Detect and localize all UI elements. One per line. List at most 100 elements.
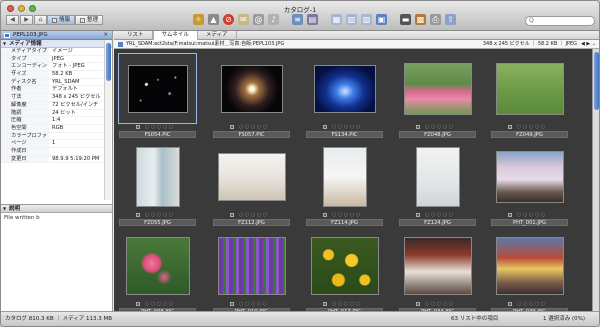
label-checkbox[interactable]: [323, 213, 327, 217]
thumbnail-image[interactable]: [415, 146, 460, 207]
label-checkbox[interactable]: [416, 302, 420, 306]
mail-icon[interactable]: ✉: [238, 14, 249, 25]
panel-file-header[interactable]: PEPL103.JPG ✕: [1, 31, 112, 40]
metadata-value[interactable]: デフォルト: [49, 86, 103, 93]
rating-icons[interactable]: ○ ○ ○ ○ ○: [517, 302, 545, 307]
rating-icons[interactable]: ○ ○ ○ ○ ○: [332, 302, 360, 307]
thumbnail-item[interactable]: ○ ○ ○ ○ ○PHT_034.JPG: [396, 228, 479, 311]
stop-icon[interactable]: ⊘: [223, 14, 234, 25]
rating-icons[interactable]: ○ ○ ○ ○ ○: [332, 125, 360, 130]
thumbnail-image[interactable]: [403, 62, 472, 115]
thumbnail-item[interactable]: ○ ○ ○ ○ ○ FZ114.JPG: [303, 139, 386, 227]
at-icon[interactable]: @: [253, 14, 264, 25]
label-checkbox[interactable]: [136, 213, 140, 217]
rating-icons[interactable]: ○ ○ ○ ○ ○: [239, 125, 267, 130]
label-checkbox[interactable]: [230, 213, 234, 217]
metadata-value[interactable]: イメージ: [49, 48, 103, 55]
thumbnail-item[interactable]: ○ ○ ○ ○ ○ FS134.PIC: [303, 51, 386, 139]
metadata-value[interactable]: 98.9.9 5:19:20 PM: [49, 156, 103, 163]
metadata-value[interactable]: 1: [49, 140, 103, 147]
label-checkbox[interactable]: [230, 125, 234, 129]
metadata-value[interactable]: 348 x 245 ピクセル: [49, 94, 103, 101]
thumbnail-image[interactable]: [135, 146, 180, 207]
thumbnail-image[interactable]: [220, 64, 283, 113]
rating-icons[interactable]: ○ ○ ○ ○ ○: [517, 125, 545, 130]
metadata-value[interactable]: JPEG: [49, 56, 103, 63]
panel-scrollbar[interactable]: [104, 40, 111, 200]
thumbnail-image[interactable]: [495, 150, 564, 203]
metadata-value[interactable]: [49, 148, 103, 155]
film-icon[interactable]: ▬: [400, 14, 411, 25]
label-checkbox[interactable]: [416, 125, 420, 129]
metadata-value[interactable]: 58.2 KB: [49, 71, 103, 78]
view-b-icon[interactable]: ▥: [346, 14, 357, 25]
notes-title[interactable]: 説明: [1, 205, 112, 213]
close-icon[interactable]: ✕: [103, 31, 108, 40]
path-controls[interactable]: ◀ ▶ ⌄: [581, 40, 596, 48]
stack-icon[interactable]: ▤: [307, 14, 318, 25]
thumbnail-item[interactable]: ○ ○ ○ ○ ○ FZ055.JPG: [116, 139, 199, 227]
thumbnail-item[interactable]: ○ ○ ○ ○ ○ FZ049.JPG: [488, 51, 571, 139]
thumbnail-item[interactable]: ○ ○ ○ ○ ○ FS057.PIC: [210, 51, 293, 139]
rating-icons[interactable]: ○ ○ ○ ○ ○: [239, 302, 267, 307]
forward-button[interactable]: ▶: [20, 15, 33, 25]
tab-2[interactable]: メディア: [198, 31, 237, 40]
thumbnail-image[interactable]: [495, 236, 564, 295]
microphone-icon[interactable]: ♪: [268, 14, 279, 25]
label-checkbox[interactable]: [323, 125, 327, 129]
tab-0[interactable]: リスト: [119, 31, 153, 40]
rating-icons[interactable]: ○ ○ ○ ○ ○: [425, 213, 453, 218]
metadata-value[interactable]: RGB: [49, 125, 103, 132]
metadata-value[interactable]: 24 ビット: [49, 110, 103, 117]
thumbnail-item[interactable]: ○ ○ ○ ○ ○ FS054.PIC: [116, 51, 199, 139]
label-checkbox[interactable]: [508, 302, 512, 306]
rating-icons[interactable]: ○ ○ ○ ○ ○: [517, 213, 545, 218]
notes-text[interactable]: File written b: [1, 213, 112, 223]
info-mode-toggle[interactable]: ✓ 情報: [47, 15, 76, 25]
thumbnail-image[interactable]: [217, 152, 286, 201]
rating-icons[interactable]: ○ ○ ○ ○ ○: [425, 302, 453, 307]
media-info-section-title[interactable]: メディア情報: [1, 40, 112, 48]
thumbnail-item[interactable]: ○ ○ ○ ○ ○PHT_039.JPG: [488, 228, 571, 311]
thumbnail-item[interactable]: ○ ○ ○ ○ ○PHT_017.JPG: [303, 228, 386, 311]
wand-icon[interactable]: ✧: [193, 14, 204, 25]
export-icon[interactable]: ⇪: [445, 14, 456, 25]
thumbnail-item[interactable]: ○ ○ ○ ○ ○PHT_008.JPG: [116, 228, 199, 311]
printer-icon[interactable]: ⎙: [430, 14, 441, 25]
thumbnail-image[interactable]: [322, 146, 367, 207]
image-icon[interactable]: ▩: [415, 14, 426, 25]
thumbnail-image[interactable]: [125, 236, 190, 295]
rating-icons[interactable]: ○ ○ ○ ○ ○: [239, 213, 267, 218]
rating-icons[interactable]: ○ ○ ○ ○ ○: [145, 302, 173, 307]
manage-mode-toggle[interactable]: ✓ 整理: [75, 15, 104, 25]
view-c-icon[interactable]: ▧: [361, 14, 372, 25]
label-checkbox[interactable]: [323, 302, 327, 306]
label-checkbox[interactable]: [416, 213, 420, 217]
label-checkbox[interactable]: [136, 302, 140, 306]
rating-icons[interactable]: ○ ○ ○ ○ ○: [145, 125, 173, 130]
metadata-value[interactable]: フォト - JPEG: [49, 63, 103, 70]
thumbnail-image[interactable]: [310, 236, 379, 295]
label-checkbox[interactable]: [508, 213, 512, 217]
metadata-value[interactable]: YRL_SDAM: [49, 79, 103, 86]
metadata-value[interactable]: [49, 133, 103, 140]
thumbnail-item[interactable]: ○ ○ ○ ○ ○ FZ124.JPG: [396, 139, 479, 227]
thumbnail-image[interactable]: [495, 62, 564, 115]
thumbnail-item[interactable]: ○ ○ ○ ○ ○PHT_010.JPG: [210, 228, 293, 311]
tab-1[interactable]: サムネイル: [152, 31, 198, 40]
thumbnail-image[interactable]: [127, 64, 188, 113]
home-button[interactable]: ⌂: [34, 15, 47, 25]
back-button[interactable]: ◀: [6, 15, 19, 25]
label-checkbox[interactable]: [136, 125, 140, 129]
thumbnail-image[interactable]: [313, 64, 376, 113]
label-checkbox[interactable]: [508, 125, 512, 129]
thumbnail-image[interactable]: [217, 236, 286, 295]
metadata-value[interactable]: 1:4: [49, 117, 103, 124]
thumbnail-item[interactable]: ○ ○ ○ ○ ○ FZ048.JPG: [396, 51, 479, 139]
view-d-icon[interactable]: ▣: [376, 14, 387, 25]
rating-icons[interactable]: ○ ○ ○ ○ ○: [145, 213, 173, 218]
sort-icon[interactable]: ≡: [292, 14, 303, 25]
metadata-value[interactable]: 72 ピクセル/インチ: [49, 102, 103, 109]
rating-icons[interactable]: ○ ○ ○ ○ ○: [425, 125, 453, 130]
scrollbar-thumb[interactable]: [594, 52, 599, 110]
